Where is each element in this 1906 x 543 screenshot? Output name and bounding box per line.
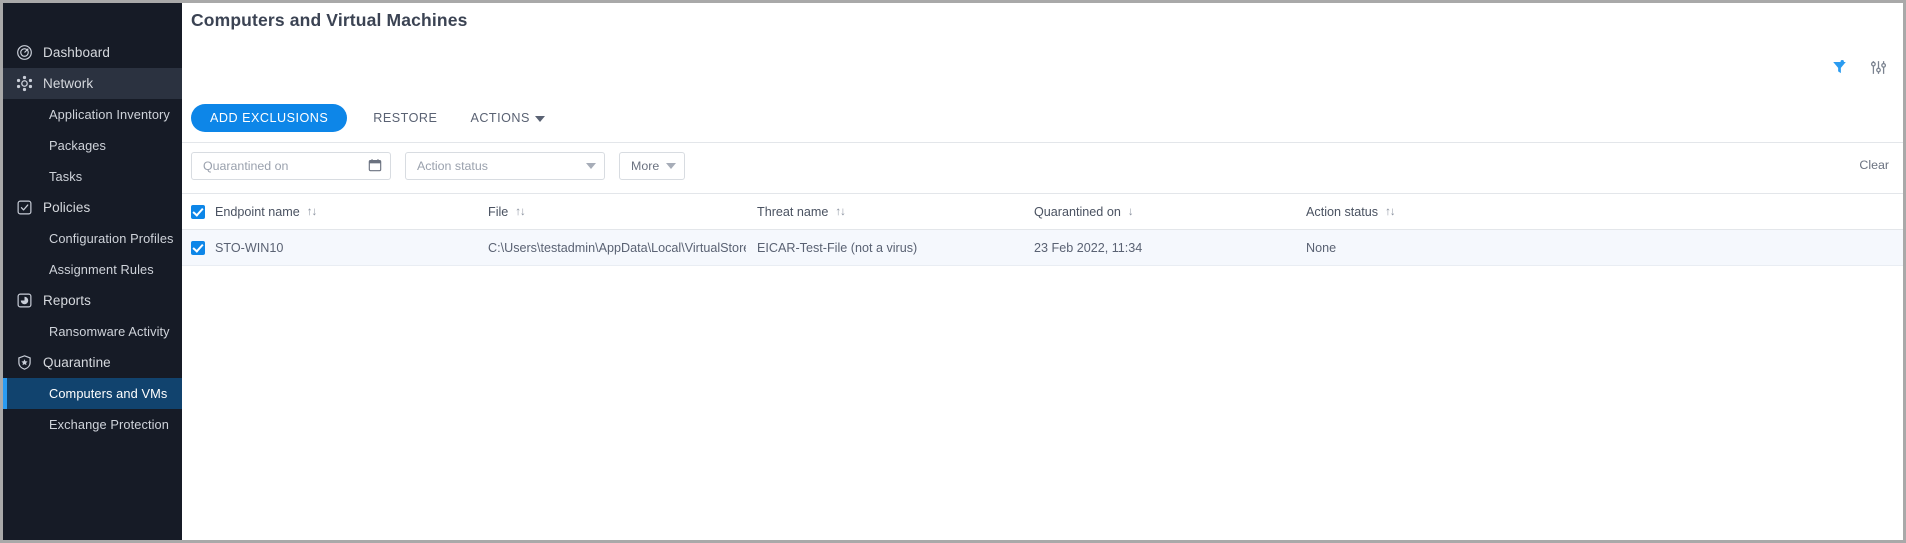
chevron-down-icon: [666, 163, 676, 169]
sidebar-item-label: Quarantine: [43, 355, 111, 370]
sidebar-item-assignment-rules[interactable]: Assignment Rules: [3, 254, 182, 285]
threat-name-value: EICAR-Test-File (not a virus): [757, 241, 917, 255]
column-header-label: Threat name: [757, 205, 828, 219]
sort-toggle-icon[interactable]: ↑↓: [835, 206, 845, 218]
filter-funnel-icon[interactable]: [1831, 59, 1848, 81]
more-filters-button[interactable]: More: [619, 152, 685, 180]
column-header-quarantined-on[interactable]: Quarantined on ↓: [1034, 194, 1294, 229]
quarantined-on-placeholder: Quarantined on: [203, 159, 288, 173]
sidebar-item-label: Ransomware Activity: [49, 324, 170, 339]
restore-button[interactable]: RESTORE: [373, 111, 437, 125]
column-header-label: Endpoint name: [215, 205, 300, 219]
sidebar-item-label: Dashboard: [43, 45, 110, 60]
action-status-filter-select[interactable]: Action status: [405, 152, 605, 180]
sidebar-item-quarantine[interactable]: Quarantine: [3, 347, 182, 378]
column-header-file[interactable]: File ↑↓: [488, 194, 746, 229]
sidebar-item-label: Computers and VMs: [49, 386, 167, 401]
filter-toolbar: Quarantined on Action status More: [191, 152, 685, 180]
column-settings-sliders-icon[interactable]: [1870, 59, 1887, 81]
quarantined-on-date-filter[interactable]: Quarantined on: [191, 152, 391, 180]
main-content: Computers and Virtual Machines: [182, 3, 1903, 540]
sidebar-item-computers-and-vms[interactable]: Computers and VMs: [3, 378, 182, 409]
endpoint-name-value: STO-WIN10: [215, 241, 283, 255]
sidebar-item-exchange-protection[interactable]: Exchange Protection: [3, 409, 182, 440]
sidebar-item-application-inventory[interactable]: Application Inventory: [3, 99, 182, 130]
sidebar-item-configuration-profiles[interactable]: Configuration Profiles: [3, 223, 182, 254]
network-nodes-icon: [15, 75, 33, 93]
cell-action-status: None: [1306, 230, 1566, 265]
column-header-action-status[interactable]: Action status ↑↓: [1306, 194, 1566, 229]
add-exclusions-button[interactable]: ADD EXCLUSIONS: [191, 104, 347, 132]
sidebar-item-label: Application Inventory: [49, 107, 170, 122]
row-select-checkbox[interactable]: [191, 241, 205, 255]
action-toolbar: ADD EXCLUSIONS RESTORE ACTIONS: [191, 103, 545, 133]
sidebar-item-packages[interactable]: Packages: [3, 130, 182, 161]
quarantined-on-value: 23 Feb 2022, 11:34: [1034, 241, 1142, 255]
sidebar-item-reports[interactable]: Reports: [3, 285, 182, 316]
sort-toggle-icon[interactable]: ↑↓: [1385, 206, 1395, 218]
actions-menu-label: ACTIONS: [470, 111, 529, 125]
sidebar-top-spacer: [3, 3, 182, 37]
sidebar-item-policies[interactable]: Policies: [3, 192, 182, 223]
sidebar-item-network[interactable]: Network: [3, 68, 182, 99]
sidebar-item-label: Tasks: [49, 169, 82, 184]
column-header-endpoint-name[interactable]: Endpoint name ↑↓: [191, 194, 481, 229]
column-header-label: File: [488, 205, 508, 219]
sidebar-item-label: Packages: [49, 138, 106, 153]
sidebar-item-label: Configuration Profiles: [49, 231, 174, 246]
more-filters-label: More: [631, 159, 659, 173]
chevron-down-icon: [586, 163, 596, 169]
sort-toggle-icon[interactable]: ↑↓: [515, 206, 525, 218]
column-header-label: Quarantined on: [1034, 205, 1121, 219]
cell-file: C:\Users\testadmin\AppData\Local\Virtual…: [488, 230, 746, 265]
calendar-icon: [368, 158, 382, 175]
column-header-label: Action status: [1306, 205, 1378, 219]
sidebar-item-tasks[interactable]: Tasks: [3, 161, 182, 192]
header-icon-group: [1831, 59, 1887, 81]
sidebar-item-label: Policies: [43, 200, 90, 215]
page-title: Computers and Virtual Machines: [191, 10, 467, 31]
table-row[interactable]: STO-WIN10 C:\Users\testadmin\AppData\Loc…: [182, 230, 1903, 266]
column-header-threat-name[interactable]: Threat name ↑↓: [757, 194, 1017, 229]
quarantine-shield-icon: [15, 354, 33, 372]
cell-threat-name: EICAR-Test-File (not a virus): [757, 230, 1017, 265]
cell-quarantined-on: 23 Feb 2022, 11:34: [1034, 230, 1294, 265]
select-all-checkbox[interactable]: [191, 205, 205, 219]
table-header-row: Endpoint name ↑↓ File ↑↓ Threat name ↑↓ …: [182, 193, 1903, 230]
sidebar-item-ransomware-activity[interactable]: Ransomware Activity: [3, 316, 182, 347]
sidebar-navigation: Dashboard Network Application Inventory: [3, 3, 182, 540]
sidebar-item-label: Network: [43, 76, 93, 91]
chevron-down-icon: [535, 116, 545, 122]
sidebar-item-label: Assignment Rules: [49, 262, 154, 277]
policies-check-icon: [15, 199, 33, 217]
sidebar-item-label: Exchange Protection: [49, 417, 169, 432]
action-status-value: None: [1306, 241, 1336, 255]
actions-menu-button[interactable]: ACTIONS: [470, 111, 544, 125]
sort-toggle-icon[interactable]: ↑↓: [307, 206, 317, 218]
dashboard-gauge-icon: [15, 44, 33, 62]
sort-descending-icon[interactable]: ↓: [1128, 206, 1133, 218]
sidebar-item-dashboard[interactable]: Dashboard: [3, 37, 182, 68]
action-status-placeholder: Action status: [417, 159, 488, 173]
reports-chart-icon: [15, 292, 33, 310]
application-window: Dashboard Network Application Inventory: [0, 0, 1906, 543]
toolbar-divider: [182, 142, 1903, 143]
clear-filters-link[interactable]: Clear: [1859, 158, 1889, 172]
cell-endpoint-name: STO-WIN10: [191, 230, 481, 265]
sidebar-item-label: Reports: [43, 293, 91, 308]
file-path-value: C:\Users\testadmin\AppData\Local\Virtual…: [488, 241, 746, 255]
